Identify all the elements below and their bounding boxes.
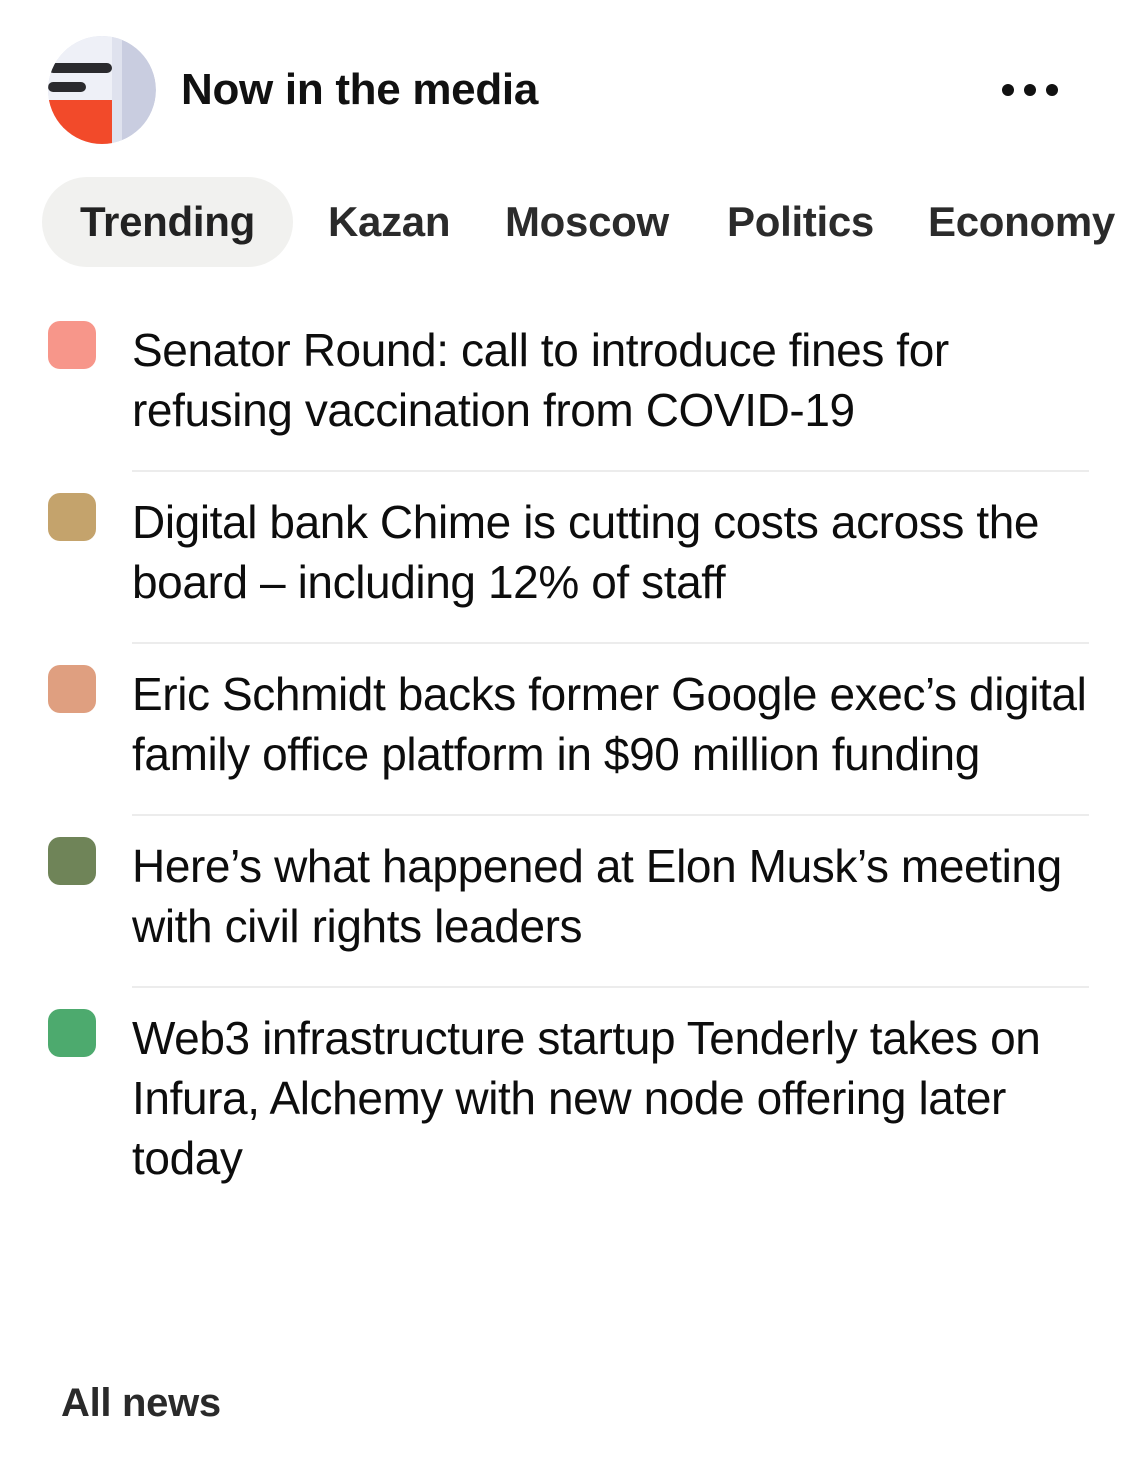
news-source-icon — [48, 493, 96, 541]
news-source-icon — [48, 665, 96, 713]
news-title[interactable]: Digital bank Chime is cutting costs acro… — [132, 492, 1089, 612]
tab-moscow[interactable]: Moscow — [505, 177, 669, 267]
news-title[interactable]: Eric Schmidt backs former Google exec’s … — [132, 664, 1089, 784]
news-source-icon — [48, 837, 96, 885]
news-title[interactable]: Here’s what happened at Elon Musk’s meet… — [132, 836, 1089, 956]
news-item[interactable]: Digital bank Chime is cutting costs acro… — [0, 472, 1125, 644]
widget-title: Now in the media — [181, 65, 539, 114]
more-options-button[interactable] — [988, 66, 1072, 114]
news-source-icon — [48, 1009, 96, 1057]
news-item[interactable]: Here’s what happened at Elon Musk’s meet… — [0, 816, 1125, 988]
tab-kazan[interactable]: Kazan — [328, 177, 451, 267]
category-tabs: Trending Kazan Moscow Politics Economy — [0, 177, 1125, 267]
news-item[interactable]: Senator Round: call to introduce fines f… — [0, 300, 1125, 472]
tab-trending[interactable]: Trending — [42, 177, 293, 267]
media-logo-icon[interactable] — [48, 36, 156, 144]
more-horizontal-icon — [1002, 84, 1058, 96]
news-item[interactable]: Web3 infrastructure startup Tenderly tak… — [0, 988, 1125, 1220]
news-source-icon — [48, 321, 96, 369]
tab-economy[interactable]: Economy — [928, 177, 1115, 267]
news-title[interactable]: Senator Round: call to introduce fines f… — [132, 320, 1089, 440]
news-list: Senator Round: call to introduce fines f… — [0, 300, 1125, 1220]
news-item[interactable]: Eric Schmidt backs former Google exec’s … — [0, 644, 1125, 816]
all-news-link[interactable]: All news — [61, 1378, 221, 1428]
news-title[interactable]: Web3 infrastructure startup Tenderly tak… — [132, 1008, 1089, 1188]
widget-header: Now in the media — [0, 0, 1125, 170]
tab-politics[interactable]: Politics — [727, 177, 874, 267]
